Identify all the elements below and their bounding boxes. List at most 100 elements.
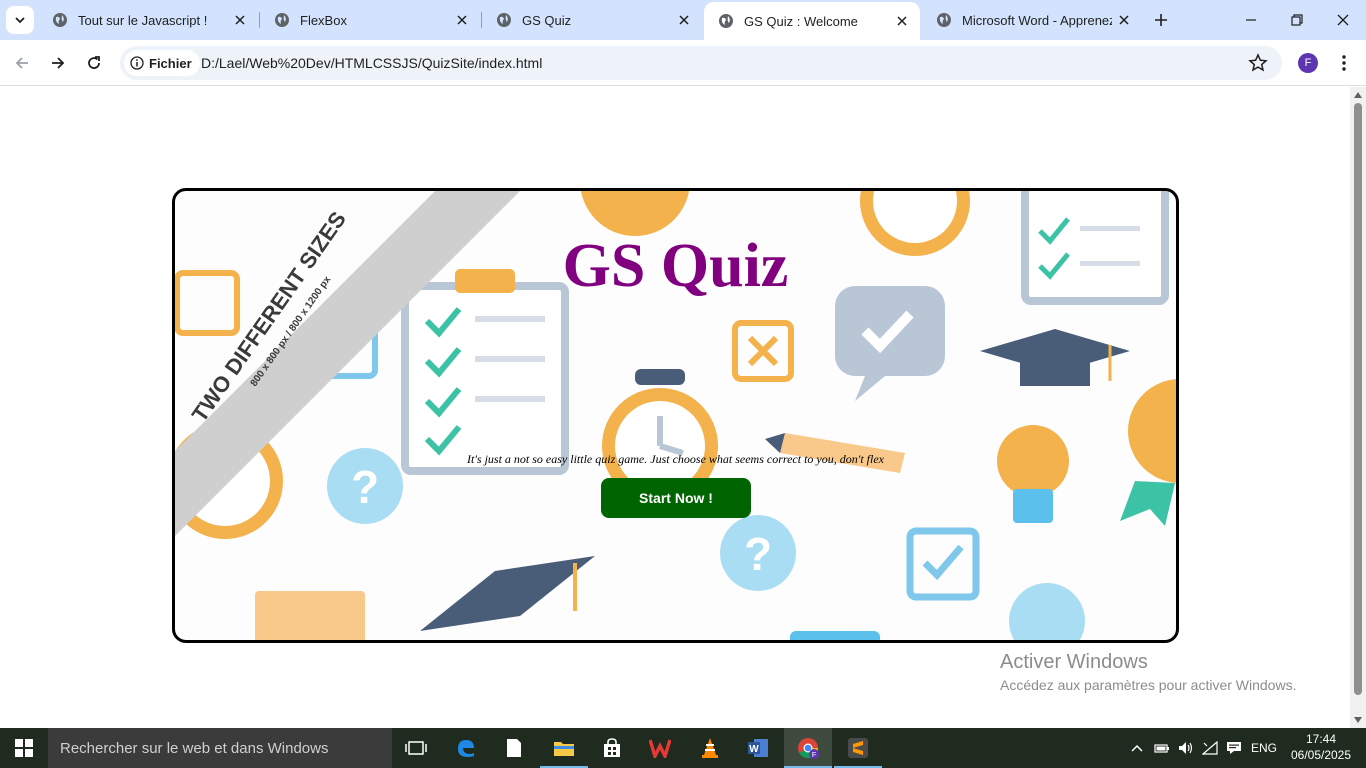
tray-network[interactable] [1200, 728, 1220, 768]
tray-language[interactable]: ENG [1248, 728, 1280, 768]
taskbar-wps-office[interactable] [636, 728, 684, 768]
scroll-up-arrow-icon[interactable] [1354, 92, 1362, 98]
page-scrollbar[interactable] [1350, 87, 1366, 728]
chrome-icon: F [798, 738, 819, 759]
envelope-illustration [255, 591, 365, 640]
globe-icon [275, 13, 289, 27]
taskbar-file-explorer[interactable] [540, 728, 588, 768]
taskbar-notepad[interactable] [490, 728, 538, 768]
checkmark-illustration [922, 544, 964, 581]
scroll-down-arrow-icon[interactable] [1354, 717, 1362, 723]
close-window-button[interactable] [1320, 0, 1366, 40]
taskbar-store[interactable] [588, 728, 636, 768]
close-icon[interactable] [454, 12, 470, 28]
plus-icon [1155, 14, 1167, 26]
close-icon[interactable] [676, 12, 692, 28]
windows-logo-icon [15, 739, 33, 757]
question-bubble-illustration [1009, 583, 1085, 640]
tab-javascript[interactable]: Tout sur le Javascript ! [38, 0, 258, 40]
browser-menu-button[interactable] [1334, 52, 1354, 74]
reload-button[interactable] [80, 49, 108, 77]
taskbar-vlc[interactable] [686, 728, 734, 768]
lightbulb-illustration [997, 425, 1069, 523]
close-icon[interactable] [894, 13, 910, 29]
clock-date: 06/05/2025 [1290, 748, 1352, 762]
site-info-chip[interactable]: Fichier [124, 50, 200, 76]
tab-gs-quiz-welcome[interactable]: GS Quiz : Welcome [704, 2, 920, 40]
profile-avatar[interactable]: F [1298, 53, 1318, 73]
quiz-hero-card: ? ? TWO DIFFERENT SIZES 800 x 800 px / 8… [172, 188, 1179, 643]
sublime-text-icon [848, 738, 868, 758]
taskbar-edge[interactable] [442, 728, 490, 768]
chip-label: Fichier [149, 55, 192, 71]
word-icon: W [748, 739, 768, 757]
store-bag-icon [604, 738, 620, 757]
tray-notifications[interactable] [1224, 728, 1244, 768]
new-tab-button[interactable] [1149, 8, 1173, 32]
tab-title: GS Quiz : Welcome [744, 13, 858, 29]
search-placeholder: Rechercher sur le web et dans Windows [60, 739, 329, 757]
arrow-left-icon [15, 57, 28, 69]
globe-icon [937, 13, 951, 27]
close-icon [1337, 14, 1349, 26]
taskbar-sublime-text[interactable] [834, 728, 882, 768]
task-view-button[interactable] [392, 728, 440, 768]
x-mark-illustration [747, 335, 779, 367]
edge-icon [458, 740, 474, 757]
question-bubble-illustration: ? [720, 515, 796, 591]
battery-icon [1154, 744, 1169, 753]
watermark-subtitle: Accédez aux paramètres pour activer Wind… [1000, 677, 1297, 693]
tray-overflow-button[interactable] [1128, 728, 1146, 768]
svg-text:?: ? [351, 461, 379, 513]
activate-windows-watermark: Activer Windows Accédez aux paramètres p… [1000, 651, 1296, 693]
minimize-icon [1246, 19, 1256, 21]
close-icon[interactable] [1116, 12, 1132, 28]
message-icon [1227, 742, 1241, 754]
minimize-button[interactable] [1228, 0, 1274, 40]
taskbar-word[interactable]: W [734, 728, 782, 768]
close-icon[interactable] [232, 12, 248, 28]
scroll-thumb[interactable] [1354, 103, 1362, 695]
globe-icon [719, 14, 733, 28]
vlc-cone-icon [702, 738, 718, 758]
clock-time: 17:44 [1305, 732, 1337, 746]
taskbar-search-box[interactable]: Rechercher sur le web et dans Windows [48, 728, 392, 768]
tab-flexbox[interactable]: FlexBox [260, 0, 480, 40]
restore-button[interactable] [1274, 0, 1320, 40]
graduation-cap-illustration [980, 329, 1130, 386]
tab-microsoft-word[interactable]: Microsoft Word - Apprenez_ [922, 0, 1142, 40]
bar-illustration [790, 631, 880, 640]
url-text[interactable]: D:/Lael/Web%20Dev/HTMLCSSJS/QuizSite/ind… [201, 55, 542, 71]
wps-icon [649, 739, 671, 758]
folder-icon [554, 742, 574, 756]
watermark-title: Activer Windows [1000, 651, 1148, 673]
forward-button[interactable] [44, 49, 72, 77]
start-now-button[interactable]: Start Now ! [601, 478, 751, 518]
arrow-right-icon [52, 57, 65, 69]
speech-bubble-illustration [835, 286, 945, 401]
tagline-text: It's just a not so easy little quiz game… [467, 452, 884, 466]
taskbar-clock[interactable]: 17:44 06/05/2025 [1286, 731, 1356, 763]
tab-title: Tout sur le Javascript ! [78, 12, 208, 28]
speaker-icon [1179, 742, 1193, 754]
tray-volume[interactable] [1176, 728, 1196, 768]
address-bar[interactable]: Fichier D:/Lael/Web%20Dev/HTMLCSSJS/Quiz… [120, 46, 1282, 80]
start-button[interactable] [0, 728, 48, 768]
tab-title: FlexBox [300, 12, 347, 28]
svg-text:F: F [812, 752, 816, 759]
tab-gs-quiz[interactable]: GS Quiz [482, 0, 702, 40]
tab-title: GS Quiz [522, 12, 572, 28]
wifi-icon [1202, 741, 1218, 755]
tab-search-button[interactable] [6, 6, 34, 34]
graduation-cap-illustration [420, 556, 595, 631]
tray-battery[interactable] [1152, 728, 1172, 768]
taskbar-chrome[interactable]: F [784, 728, 832, 768]
bookmark-star-icon[interactable] [1248, 53, 1268, 73]
reload-icon [88, 56, 100, 69]
svg-text:?: ? [744, 528, 772, 580]
browser-toolbar: Fichier D:/Lael/Web%20Dev/HTMLCSSJS/Quiz… [0, 40, 1366, 86]
back-button[interactable] [8, 49, 36, 77]
award-badge-illustration [580, 191, 690, 236]
globe-icon [53, 13, 67, 27]
globe-icon [497, 13, 511, 27]
